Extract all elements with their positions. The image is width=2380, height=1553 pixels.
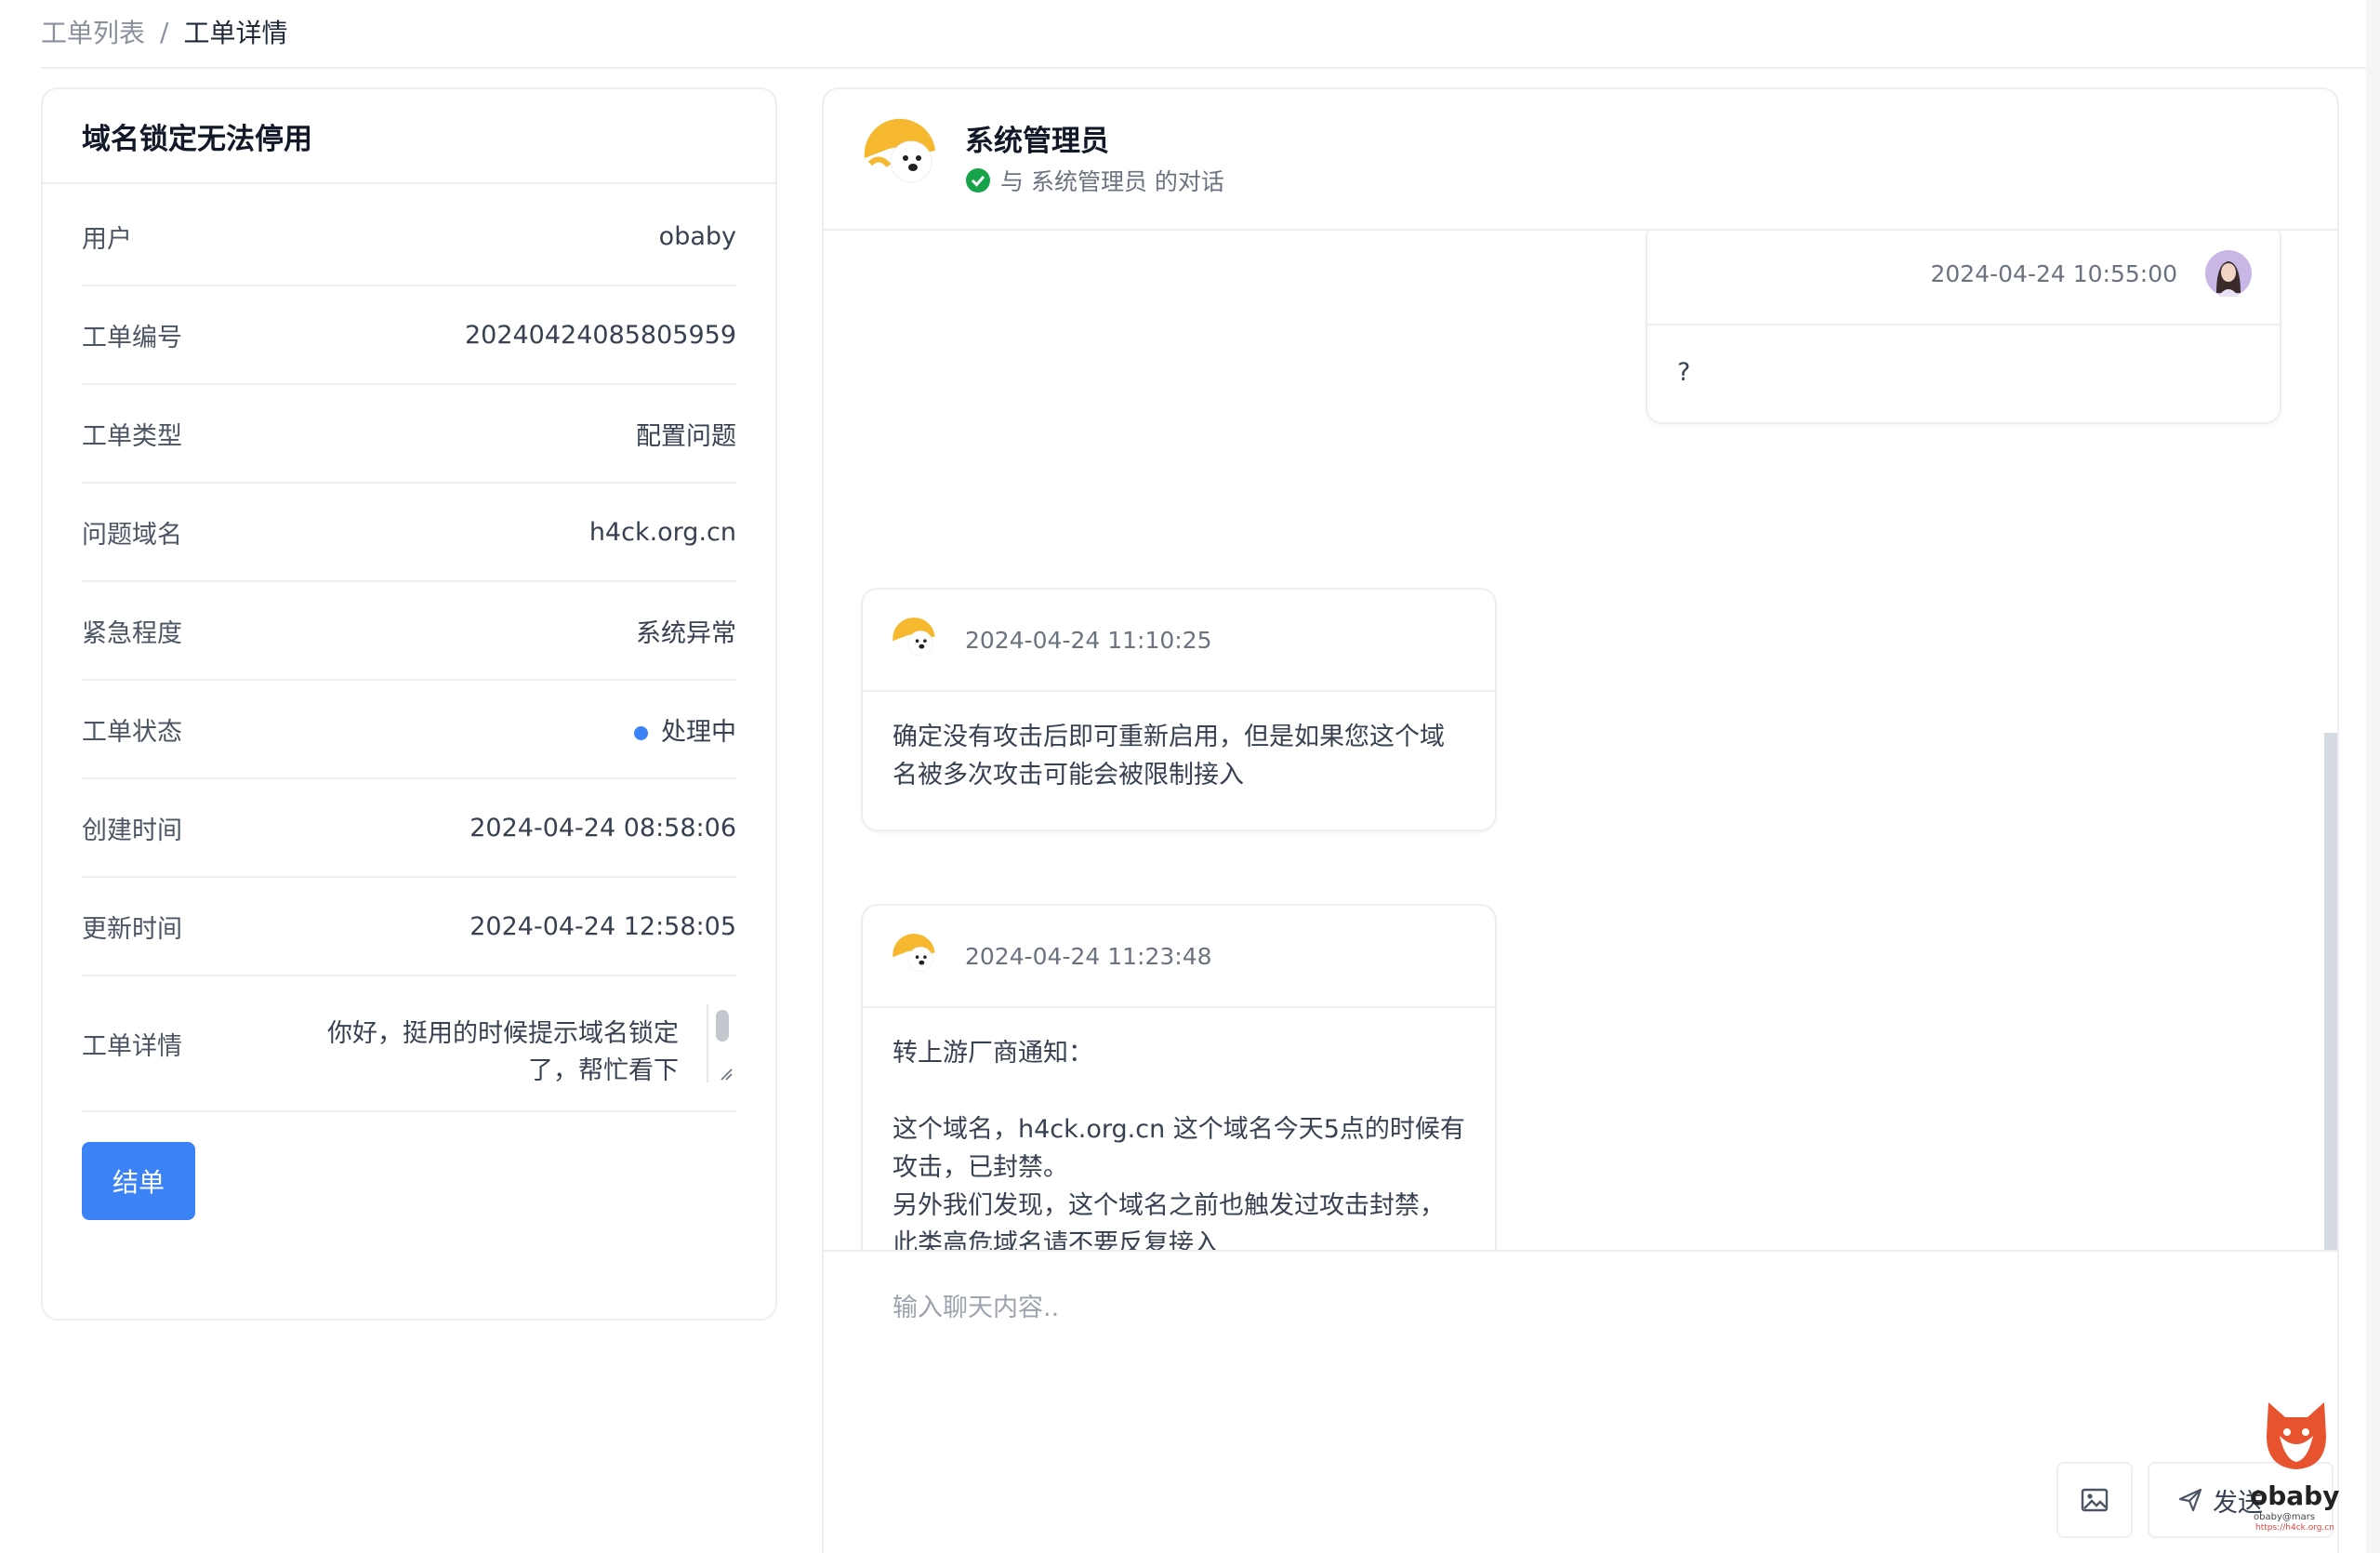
message-time: 2024-04-24 11:10:25 <box>965 626 1212 654</box>
info-label: 紧急程度 <box>82 618 182 648</box>
chat-input-area[interactable]: 输入聊天内容.. 发送 <box>824 1250 2337 1553</box>
message-bubble-admin: 2024-04-24 11:23:48 转上游厂商通知： 这个域名，h4ck.o… <box>861 904 1497 1250</box>
info-row-detail: 工单详情 你好，挺用的时候提示域名锁定了，帮忙看下 <box>82 976 736 1112</box>
message-header: 2024-04-24 11:23:48 <box>863 906 1495 1008</box>
info-value: 配置问题 <box>636 421 736 451</box>
fox-logo-icon <box>2267 1402 2326 1469</box>
page-scrollbar[interactable] <box>2366 0 2380 1553</box>
message-list[interactable]: 2024-04-24 10:55:00 ? 2024-04-24 11:10:2… <box>824 231 2337 1250</box>
info-label: 工单详情 <box>82 1031 182 1061</box>
info-row-ticket-type: 工单类型 配置问题 <box>82 385 736 484</box>
watermark-line1: obaby@mars <box>2254 1512 2316 1522</box>
admin-avatar <box>891 933 937 979</box>
watermark-logo: obaby obaby@mars https://h4ck.org.cn <box>2250 1395 2343 1544</box>
send-icon <box>2178 1488 2202 1512</box>
info-row-ticket-id: 工单编号 20240424085805959 <box>82 286 736 385</box>
chat-subtitle-text: 与 系统管理员 的对话 <box>1000 168 1224 195</box>
info-label: 创建时间 <box>82 816 182 845</box>
admin-avatar <box>891 617 937 663</box>
message-scrollbar[interactable] <box>2324 733 2337 1250</box>
user-avatar <box>2205 250 2252 297</box>
message-header: 2024-04-24 10:55:00 <box>1647 231 2280 325</box>
status-dot-icon <box>634 725 648 740</box>
info-value: 2024-04-24 12:58:05 <box>469 911 736 941</box>
status-text: 处理中 <box>661 717 736 747</box>
info-label: 工单编号 <box>82 323 182 352</box>
info-value: h4ck.org.cn <box>588 517 736 547</box>
message-time: 2024-04-24 10:55:00 <box>1930 259 2177 287</box>
status-badge: 处理中 <box>634 711 736 748</box>
info-label: 工单类型 <box>82 421 182 451</box>
message-text: 确定没有攻击后即可重新启用，但是如果您这个域 名被多次攻击可能会被限制接入 <box>892 723 1445 790</box>
verified-check-icon <box>966 168 990 192</box>
info-label: 工单状态 <box>82 717 182 747</box>
chat-header: 系统管理员 与 系统管理员 的对话 <box>824 89 2337 231</box>
chat-contact-name: 系统管理员 <box>965 125 1109 158</box>
message-time: 2024-04-24 11:23:48 <box>965 942 1212 970</box>
chat-panel: 系统管理员 与 系统管理员 的对话 2024-04-24 10:55:00 ? <box>822 87 2339 1553</box>
info-row-created: 创建时间 2024-04-24 08:58:06 <box>82 779 736 878</box>
ticket-info-card: 域名锁定无法停用 用户 obaby 工单编号 20240424085805959… <box>41 87 777 1321</box>
ticket-detail-text: 你好，挺用的时候提示域名锁定了，帮忙看下 <box>327 1019 679 1082</box>
ticket-title: 域名锁定无法停用 <box>43 89 775 184</box>
info-row-status: 工单状态 处理中 <box>82 681 736 779</box>
breadcrumb-ticket-list[interactable]: 工单列表 <box>41 13 145 50</box>
info-label: 问题域名 <box>82 520 182 550</box>
breadcrumb-current: 工单详情 <box>183 18 288 48</box>
info-row-updated: 更新时间 2024-04-24 12:58:05 <box>82 878 736 976</box>
breadcrumb: 工单列表 / 工单详情 <box>41 13 287 50</box>
detail-scroll-thumb[interactable] <box>716 1010 729 1042</box>
message-header: 2024-04-24 11:10:25 <box>863 590 1495 692</box>
close-ticket-button[interactable]: 结单 <box>82 1142 195 1220</box>
breadcrumb-separator: / <box>160 16 169 47</box>
info-row-urgency: 紧急程度 系统异常 <box>82 582 736 681</box>
admin-avatar <box>861 117 939 195</box>
info-label: 更新时间 <box>82 914 182 944</box>
info-row-user: 用户 obaby <box>82 188 736 286</box>
info-value: 20240424085805959 <box>464 320 736 350</box>
info-label: 用户 <box>82 224 132 254</box>
header-divider <box>41 67 2380 69</box>
chat-subtitle: 与 系统管理员 的对话 <box>965 164 1224 197</box>
image-icon <box>2081 1488 2109 1512</box>
info-value: obaby <box>658 221 736 251</box>
message-bubble-admin: 2024-04-24 11:10:25 确定没有攻击后即可重新启用，但是如果您这… <box>861 588 1497 831</box>
watermark-name: obaby <box>2250 1480 2340 1511</box>
message-text: 转上游厂商通知： 这个域名，h4ck.org.cn 这个域名今天5点的时候有 攻… <box>892 1039 1465 1250</box>
info-value: 2024-04-24 08:58:06 <box>469 813 736 843</box>
chat-input[interactable]: 输入聊天内容.. <box>892 1287 1059 1323</box>
ticket-detail-textarea[interactable]: 你好，挺用的时候提示域名锁定了，帮忙看下 <box>322 1004 736 1082</box>
info-row-domain: 问题域名 h4ck.org.cn <box>82 484 736 582</box>
watermark-line2: https://h4ck.org.cn <box>2255 1523 2334 1533</box>
message-bubble-mine: 2024-04-24 10:55:00 ? <box>1646 231 2281 424</box>
upload-image-button[interactable] <box>2056 1462 2133 1538</box>
resize-handle-icon[interactable] <box>718 1066 733 1081</box>
ticket-info-list: 用户 obaby 工单编号 20240424085805959 工单类型 配置问… <box>43 184 775 1112</box>
message-text: ? <box>1677 358 1691 387</box>
info-value: 系统异常 <box>636 618 736 648</box>
